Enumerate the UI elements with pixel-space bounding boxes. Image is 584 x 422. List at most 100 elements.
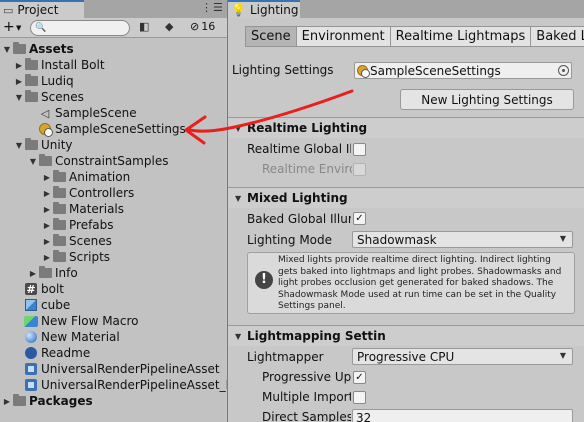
render-pipeline-icon — [24, 379, 38, 392]
expand-arrow-right-icon[interactable]: ▶ — [42, 237, 52, 246]
panel-menu-icon[interactable]: ☰ — [213, 1, 223, 14]
collapse-arrow-icon: ▼ — [235, 123, 242, 133]
tree-item-ludiq[interactable]: ▶ Ludiq — [14, 73, 74, 89]
folder-icon — [38, 266, 52, 280]
tree-item-animation[interactable]: ▶ Animation — [42, 169, 130, 185]
tree-item-label: Animation — [69, 170, 131, 184]
lighting-tab-strip: 💡 Lighting — [228, 0, 584, 18]
folder-icon — [24, 138, 38, 152]
filter-by-label-icon[interactable]: ◆ — [165, 20, 173, 33]
tree-item-bolt[interactable]: # bolt — [14, 281, 64, 297]
tree-item-label: Install Bolt — [41, 58, 105, 72]
tree-item-info[interactable]: ▶ Info — [28, 265, 78, 281]
unity-scene-icon: ◁ — [40, 106, 50, 120]
search-input[interactable]: 🔍 — [30, 20, 130, 36]
expand-arrow-right-icon[interactable]: ▶ — [42, 189, 52, 198]
expand-arrow-right-icon[interactable]: ▶ — [42, 173, 52, 182]
tree-item-new-material[interactable]: New Material — [14, 329, 120, 345]
subtab-baked-lightmaps[interactable]: Baked Ligh — [531, 26, 584, 47]
tree-item-label: UniversalRenderPipelineAsset_R — [41, 378, 227, 392]
section-title: Mixed Lighting — [247, 191, 348, 205]
tree-item-label: Info — [55, 266, 78, 280]
tree-item-cube[interactable]: cube — [14, 297, 70, 313]
tree-item-label: SampleSceneSettings — [55, 122, 186, 136]
realtime-env-label: Realtime Environ — [262, 162, 352, 176]
tree-item-scenes[interactable]: ▶ Scenes — [42, 233, 112, 249]
subtab-scene[interactable]: Scene — [245, 26, 297, 47]
lighting-subtabs: Scene Environment Realtime Lightmaps Bak… — [245, 26, 584, 47]
project-tab-label: Project — [17, 3, 59, 17]
section-realtime-lighting[interactable]: ▼ Realtime Lighting — [228, 117, 584, 138]
hidden-packages-toggle[interactable]: ⊘ 16 — [190, 20, 215, 33]
multiple-importance-checkbox[interactable] — [353, 391, 366, 404]
tree-item-scenes[interactable]: ▼ Scenes — [14, 89, 84, 105]
lighting-settings-label: Lighting Settings — [232, 63, 334, 77]
expand-arrow-right-icon[interactable]: ▶ — [14, 77, 24, 86]
tree-item-label: Scripts — [69, 250, 111, 264]
lightmapper-value: Progressive CPU — [357, 349, 455, 364]
subtab-realtime-lightmaps[interactable]: Realtime Lightmaps — [390, 26, 532, 47]
tree-item-label: Assets — [29, 42, 74, 56]
tree-item-unity[interactable]: ▼ Unity — [14, 137, 73, 153]
folder-icon — [52, 234, 66, 248]
tree-item-samplescenesettings[interactable]: SampleSceneSettings — [28, 121, 186, 137]
tree-item-new-flow-macro[interactable]: New Flow Macro — [14, 313, 139, 329]
expand-arrow-down-icon[interactable]: ▼ — [14, 93, 24, 102]
tree-item-materials[interactable]: ▶ Materials — [42, 201, 124, 217]
tree-item-assets[interactable]: ▼ Assets — [2, 41, 74, 57]
tree-item-scripts[interactable]: ▶ Scripts — [42, 249, 110, 265]
project-tab[interactable]: ▭ Project — [0, 0, 84, 18]
section-title: Lightmapping Settin — [247, 329, 386, 343]
tree-item-packages[interactable]: ▶ Packages — [2, 393, 93, 409]
expand-arrow-right-icon[interactable]: ▶ — [2, 397, 12, 406]
lighting-settings-field[interactable]: SampleSceneSettings — [354, 62, 572, 79]
lighting-settings-icon — [38, 123, 53, 137]
tree-item-readme[interactable]: Readme — [14, 345, 90, 361]
folder-icon — [52, 218, 66, 232]
create-caret-icon[interactable]: ▼ — [16, 24, 21, 32]
section-lightmapping-settings[interactable]: ▼ Lightmapping Settin — [228, 325, 584, 346]
baked-gi-checkbox[interactable]: ✓ — [353, 212, 366, 225]
tree-item-constraintsamples[interactable]: ▼ ConstraintSamples — [28, 153, 168, 169]
create-plus-icon[interactable]: + — [3, 20, 15, 35]
filter-by-type-icon[interactable]: ◧ — [139, 20, 149, 33]
tree-item-label: Unity — [41, 138, 73, 152]
tree-item-label: New Flow Macro — [41, 314, 139, 328]
expand-arrow-right-icon[interactable]: ▶ — [14, 61, 24, 70]
tree-item-install-bolt[interactable]: ▶ Install Bolt — [14, 57, 105, 73]
expand-arrow-right-icon[interactable]: ▶ — [42, 205, 52, 214]
project-panel: ▭ Project ⋮ ☰ + ▼ 🔍 ◧ ◆ ⊘ 16 ▼ Assets ▶ Ins… — [0, 0, 227, 422]
expand-arrow-right-icon[interactable]: ▶ — [28, 269, 38, 278]
panel-options-icon[interactable]: ⋮ — [201, 1, 212, 14]
folder-icon — [24, 58, 38, 72]
realtime-gi-checkbox[interactable] — [353, 143, 366, 156]
new-lighting-settings-button[interactable]: New Lighting Settings — [400, 89, 574, 110]
section-mixed-lighting[interactable]: ▼ Mixed Lighting — [228, 187, 584, 208]
lightmapper-dropdown[interactable]: Progressive CPU ▼ — [352, 348, 573, 365]
lighting-panel: 💡 Lighting Scene Environment Realtime Li… — [228, 0, 584, 422]
lighting-mode-dropdown[interactable]: Shadowmask ▼ — [352, 231, 573, 248]
expand-arrow-right-icon[interactable]: ▶ — [42, 253, 52, 262]
tree-item-universalrenderpipelineasset[interactable]: UniversalRenderPipelineAsset — [14, 361, 220, 377]
direct-samples-field[interactable]: 32 — [352, 409, 573, 422]
folder-icon — [52, 186, 66, 200]
expand-arrow-down-icon[interactable]: ▼ — [14, 141, 24, 150]
expand-arrow-down-icon[interactable]: ▼ — [2, 45, 12, 54]
object-picker-icon[interactable] — [558, 65, 569, 76]
tree-item-prefabs[interactable]: ▶ Prefabs — [42, 217, 114, 233]
subtab-environment[interactable]: Environment — [296, 26, 391, 47]
collapse-arrow-icon: ▼ — [235, 331, 242, 341]
tree-item-controllers[interactable]: ▶ Controllers — [42, 185, 134, 201]
tree-item-samplescene[interactable]: ◁ SampleScene — [28, 105, 137, 121]
expand-arrow-down-icon[interactable]: ▼ — [28, 157, 38, 166]
direct-samples-value: 32 — [356, 410, 372, 422]
folder-tab-icon: ▭ — [3, 3, 14, 17]
expand-arrow-right-icon[interactable]: ▶ — [42, 221, 52, 230]
progressive-updates-checkbox[interactable]: ✓ — [353, 371, 366, 384]
chevron-down-icon: ▼ — [559, 234, 566, 243]
tree-item-label: ConstraintSamples — [55, 154, 169, 168]
tree-item-universalrenderpipelineasset-r[interactable]: UniversalRenderPipelineAsset_R — [14, 377, 227, 393]
tree-item-label: bolt — [41, 282, 64, 296]
lighting-tab[interactable]: 💡 Lighting — [228, 0, 300, 18]
tree-item-label: Scenes — [41, 90, 84, 104]
